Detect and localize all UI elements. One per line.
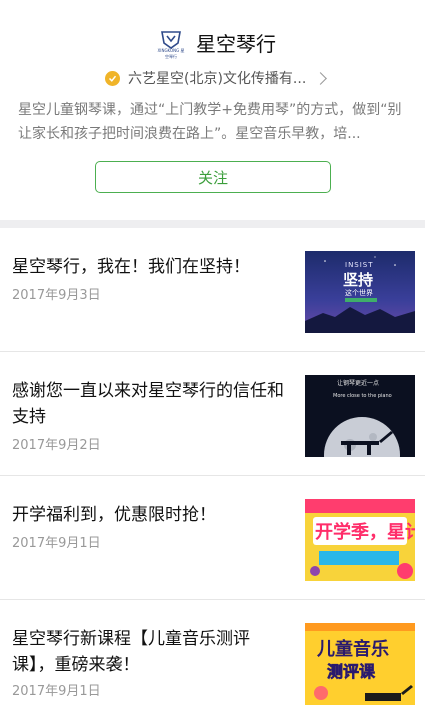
verified-org-name: 六艺星空(北京)文化传播有... [128, 71, 307, 87]
account-intro: 星空儿童钢琴课，通过“上门教学+免费用琴”的方式，做到“别让家长和孩子把时间浪费… [18, 102, 402, 142]
article-date: 2017年9月3日 [12, 288, 101, 303]
thumb-big-text: 开学季，星计 [315, 521, 415, 543]
article-title: 开学福利到，优惠限时抢！ [12, 505, 216, 525]
article-thumbnail: 儿童音乐 测评课 [305, 623, 415, 705]
article-item[interactable]: 星空琴行，我在！我们在坚持！ 2017年9月3日 INSIST 坚持 这个世界 [0, 228, 425, 352]
article-item[interactable]: 感谢您一直以来对星空琴行的信任和支持 2017年9月2日 让钢琴更近一点 Mor… [0, 352, 425, 476]
verified-check-icon [105, 70, 120, 86]
article-thumbnail: 让钢琴更近一点 More close to the piano [305, 375, 415, 457]
article-item[interactable]: 星空琴行新课程【儿童音乐测评课】，重磅来袭！ 2017年9月1日 儿童音乐 测评… [0, 600, 425, 715]
thumb-line2-text: More close to the piano [333, 393, 392, 399]
thumb-insist-text: INSIST [345, 261, 374, 269]
thumb-sub-text: 这个世界 [345, 288, 373, 297]
thumb-line1-text: 让钢琴更近一点 [337, 379, 379, 387]
logo-text: XINGKONG 星空琴行 [157, 47, 185, 59]
logo: XINGKONG 星空琴行 [158, 30, 184, 59]
article-item[interactable]: 开学福利到，优惠限时抢！ 2017年9月1日 开学季，星计 [0, 476, 425, 600]
thumb-line1-text: 儿童音乐 [316, 638, 389, 660]
article-thumbnail: INSIST 坚持 这个世界 [305, 251, 415, 333]
article-date: 2017年9月1日 [12, 684, 101, 699]
brand-name: 星空琴行 [196, 32, 276, 56]
article-thumbnail: 开学季，星计 [305, 499, 415, 581]
account-header: XINGKONG 星空琴行 星空琴行 六艺星空(北京)文化传播有... 星空儿童… [0, 0, 425, 220]
article-date: 2017年9月2日 [12, 438, 101, 453]
article-title: 感谢您一直以来对星空琴行的信任和支持 [12, 381, 284, 427]
follow-button[interactable]: 关注 [95, 161, 331, 193]
article-title: 星空琴行，我在！我们在坚持！ [12, 257, 250, 277]
brand: XINGKONG 星空琴行 星空琴行 [158, 28, 276, 59]
chevron-right-icon [314, 71, 328, 85]
thumb-big-text: 坚持 [343, 271, 373, 289]
thumb-line2-text: 测评课 [327, 662, 376, 681]
article-date: 2017年9月1日 [12, 536, 101, 551]
verified-org-link[interactable]: 六艺星空(北京)文化传播有... [105, 68, 328, 88]
article-list: 星空琴行，我在！我们在坚持！ 2017年9月3日 INSIST 坚持 这个世界 [0, 228, 425, 715]
section-divider [0, 220, 425, 228]
article-title: 星空琴行新课程【儿童音乐测评课】，重磅来袭！ [12, 629, 250, 675]
